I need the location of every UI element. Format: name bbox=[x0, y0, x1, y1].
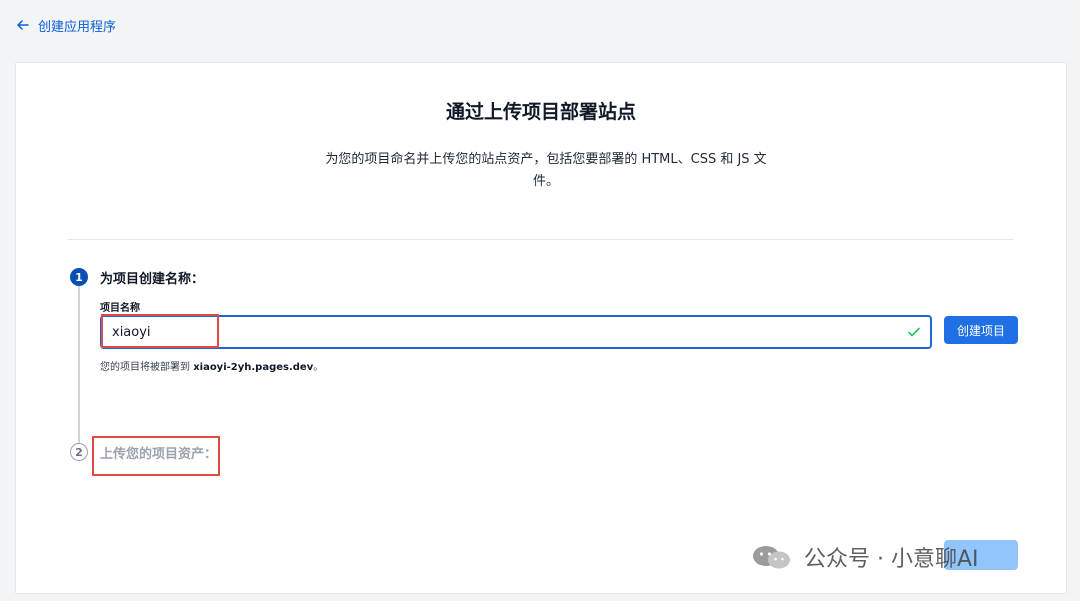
project-name-label: 项目名称 bbox=[100, 303, 140, 314]
upload-project-card: 通过上传项目部署站点 为您的项目命名并上传您的站点资产，包括您要部署的 HTML… bbox=[15, 62, 1067, 594]
deploy-button-disabled[interactable] bbox=[944, 540, 1018, 570]
deploy-hint-prefix: 您的项目将被部署到 bbox=[100, 362, 194, 373]
page-title: 通过上传项目部署站点 bbox=[445, 101, 636, 123]
step-2-title: 上传您的项目资产： bbox=[100, 447, 218, 462]
deploy-domain: xiaoyi-2yh.pages.dev bbox=[193, 362, 314, 373]
deploy-hint-suffix: 。 bbox=[313, 362, 324, 373]
arrow-left-icon bbox=[16, 18, 30, 32]
project-name-input[interactable] bbox=[102, 318, 906, 346]
deploy-hint: 您的项目将被部署到 xiaoyi-2yh.pages.dev。 bbox=[100, 358, 323, 373]
back-link[interactable]: 创建应用程序 bbox=[16, 14, 116, 36]
divider bbox=[68, 239, 1014, 240]
step-connector-line bbox=[78, 285, 80, 447]
check-icon bbox=[906, 324, 922, 340]
step-1-title: 为项目创建名称： bbox=[100, 272, 205, 287]
step-1-indicator: 1 bbox=[70, 268, 88, 286]
create-project-button[interactable]: 创建项目 bbox=[944, 316, 1018, 344]
page-subtitle: 为您的项目命名并上传您的站点资产，包括您要部署的 HTML、CSS 和 JS 文… bbox=[325, 152, 767, 189]
project-name-field[interactable] bbox=[100, 315, 932, 349]
back-link-label: 创建应用程序 bbox=[38, 19, 117, 35]
step-2-indicator: 2 bbox=[70, 443, 88, 461]
